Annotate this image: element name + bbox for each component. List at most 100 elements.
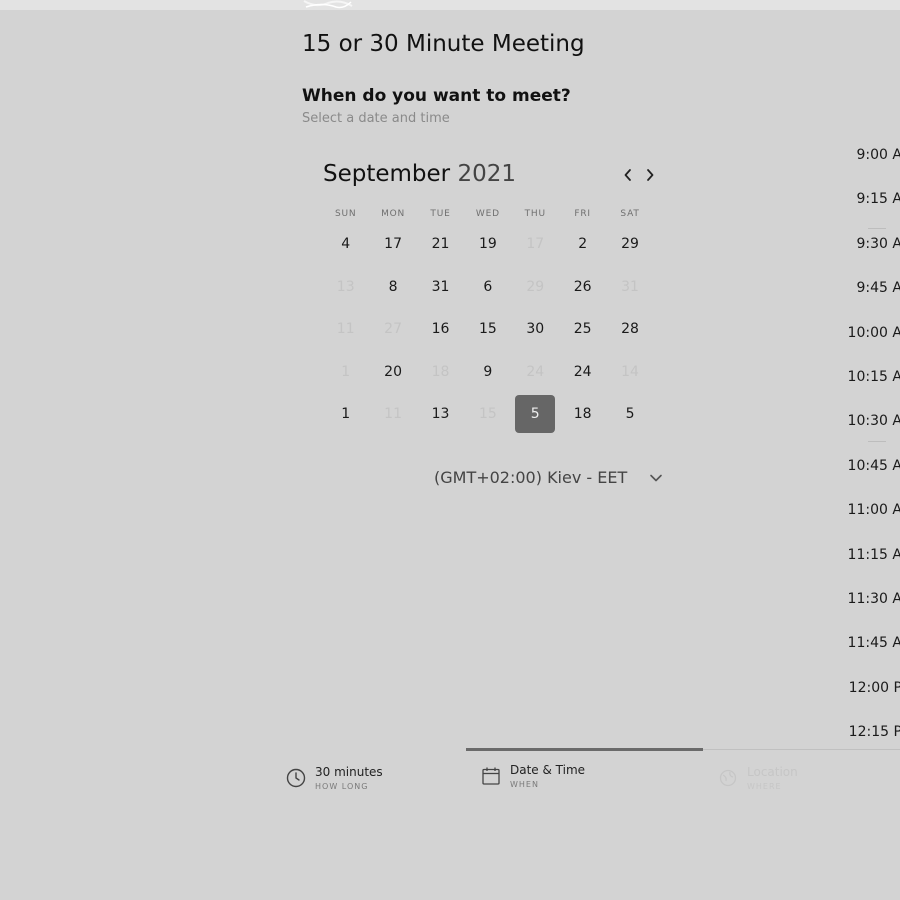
timezone-label: (GMT+02:00) Kiev - EET xyxy=(434,468,628,487)
calendar-day-selected[interactable]: 5 xyxy=(512,393,559,436)
day-number: 17 xyxy=(384,236,402,253)
time-slot[interactable]: 9:15 AM xyxy=(840,184,900,228)
step-main-label: 30 minutes xyxy=(315,765,383,779)
day-number: 20 xyxy=(384,363,402,380)
calendar-day[interactable]: 21 xyxy=(417,223,464,266)
time-slot[interactable]: 12:15 PM xyxy=(840,717,900,761)
calendar-week-row: 1 20 18 9 24 24 14 xyxy=(322,351,654,394)
calendar-grid: SUN MON TUE WED THU FRI SAT 4 17 21 19 17 2 29… xyxy=(322,205,654,436)
time-slot[interactable]: 10:45 AM xyxy=(840,451,900,495)
calendar-day: 17 xyxy=(512,223,559,266)
time-slot[interactable]: 9:30 AM xyxy=(840,229,900,273)
time-slot[interactable]: 10:00 AM xyxy=(840,318,900,362)
month-name: September xyxy=(323,161,451,187)
calendar-day[interactable]: 24 xyxy=(559,351,606,394)
calendar-day[interactable]: 5 xyxy=(606,393,653,436)
weekday-label: SAT xyxy=(620,209,640,219)
day-number: 28 xyxy=(621,321,639,338)
calendar-day: 24 xyxy=(512,351,559,394)
calendar-week-row: 4 17 21 19 17 2 29 xyxy=(322,223,654,266)
time-slot-list[interactable]: 9:00 AM 9:15 AM 9:30 AM 9:45 AM 10:00 AM 10:1… xyxy=(840,140,900,761)
day-number: 8 xyxy=(388,278,398,295)
calendar-day[interactable]: 18 xyxy=(559,393,606,436)
calendar-day[interactable]: 17 xyxy=(369,223,416,266)
step-location[interactable]: Location WHERE xyxy=(718,765,798,791)
calendar-day[interactable]: 28 xyxy=(606,308,653,351)
calendar-day[interactable]: 13 xyxy=(417,393,464,436)
day-number: 25 xyxy=(573,321,592,338)
logo-icon xyxy=(303,0,353,9)
time-slot[interactable]: 11:15 AM xyxy=(840,540,900,584)
time-slot-label: 9:15 AM xyxy=(856,191,900,208)
section-hint: Select a date and time xyxy=(302,111,450,126)
step-duration[interactable]: 30 minutes HOW LONG xyxy=(286,765,383,791)
day-number: 15 xyxy=(478,321,497,338)
calendar-day[interactable]: 19 xyxy=(464,223,511,266)
section-question: When do you want to meet? xyxy=(302,86,571,106)
calendar-day: 13 xyxy=(322,266,369,309)
calendar-day[interactable]: 1 xyxy=(322,393,369,436)
time-slot-label: 10:30 AM xyxy=(847,413,900,430)
calendar-week-row: 11 27 16 15 30 25 28 xyxy=(322,308,654,351)
calendar-day[interactable]: 9 xyxy=(464,351,511,394)
day-number: 17 xyxy=(526,236,545,253)
day-number: 9 xyxy=(483,363,493,380)
time-slot-label: 10:45 AM xyxy=(847,457,900,474)
calendar-day[interactable]: 29 xyxy=(606,223,653,266)
time-slot[interactable]: 11:00 AM xyxy=(840,495,900,539)
calendar-day[interactable]: 15 xyxy=(464,308,511,351)
calendar-day[interactable]: 31 xyxy=(417,266,464,309)
calendar-day[interactable]: 4 xyxy=(322,223,369,266)
calendar-day: 11 xyxy=(369,393,416,436)
calendar-day[interactable]: 26 xyxy=(559,266,606,309)
calendar-week-row: 1 11 13 15 5 18 5 xyxy=(322,393,654,436)
day-number: 18 xyxy=(431,363,450,380)
timezone-selector[interactable]: (GMT+02:00) Kiev - EET xyxy=(434,468,663,487)
previous-month-button[interactable] xyxy=(617,164,639,186)
day-number: 11 xyxy=(384,406,402,423)
time-slot-label: 12:15 PM xyxy=(848,724,900,741)
calendar-day[interactable]: 25 xyxy=(559,308,606,351)
day-number: 15 xyxy=(478,406,497,423)
day-number: 27 xyxy=(384,321,402,338)
calendar-day: 1 xyxy=(322,351,369,394)
time-slot[interactable]: 11:45 AM xyxy=(840,628,900,672)
time-slot[interactable]: 9:45 AM xyxy=(840,273,900,317)
calendar-day[interactable]: 30 xyxy=(512,308,559,351)
location-icon xyxy=(718,768,738,788)
day-number: 26 xyxy=(573,278,592,295)
weekday-label: THU xyxy=(524,209,546,219)
calendar-day[interactable]: 6 xyxy=(464,266,511,309)
time-slot[interactable]: 12:00 PM xyxy=(840,673,900,717)
top-bar xyxy=(0,0,900,10)
weekday-label: FRI xyxy=(574,209,591,219)
day-number: 29 xyxy=(526,278,545,295)
clock-icon xyxy=(286,768,306,788)
day-number: 5 xyxy=(515,395,556,434)
time-slot[interactable]: 11:30 AM xyxy=(840,584,900,628)
step-main-label: Date & Time xyxy=(510,763,586,777)
calendar-icon xyxy=(481,766,501,786)
time-slot-label: 9:30 AM xyxy=(856,235,900,252)
time-slot[interactable]: 10:30 AM xyxy=(840,406,900,450)
calendar-day[interactable]: 16 xyxy=(417,308,464,351)
day-number: 2 xyxy=(578,236,588,253)
day-number: 21 xyxy=(431,236,450,253)
next-month-button[interactable] xyxy=(639,164,661,186)
time-divider xyxy=(868,228,886,229)
calendar-day[interactable]: 20 xyxy=(369,351,416,394)
time-slot[interactable]: 9:00 AM xyxy=(840,140,900,184)
step-date-time[interactable]: Date & Time WHEN xyxy=(481,763,585,789)
time-slot[interactable]: 10:15 AM xyxy=(840,362,900,406)
calendar-week-row: 13 8 31 6 29 26 31 xyxy=(322,266,654,309)
day-number: 1 xyxy=(341,363,351,380)
chevron-down-icon xyxy=(649,473,663,483)
day-number: 5 xyxy=(625,406,635,423)
chevron-right-icon xyxy=(647,169,654,181)
time-slot-label: 9:00 AM xyxy=(856,147,900,163)
calendar-day: 31 xyxy=(606,266,653,309)
day-number: 13 xyxy=(336,278,355,295)
progress-fill xyxy=(466,748,703,751)
calendar-day[interactable]: 2 xyxy=(559,223,606,266)
calendar-day[interactable]: 8 xyxy=(369,266,416,309)
